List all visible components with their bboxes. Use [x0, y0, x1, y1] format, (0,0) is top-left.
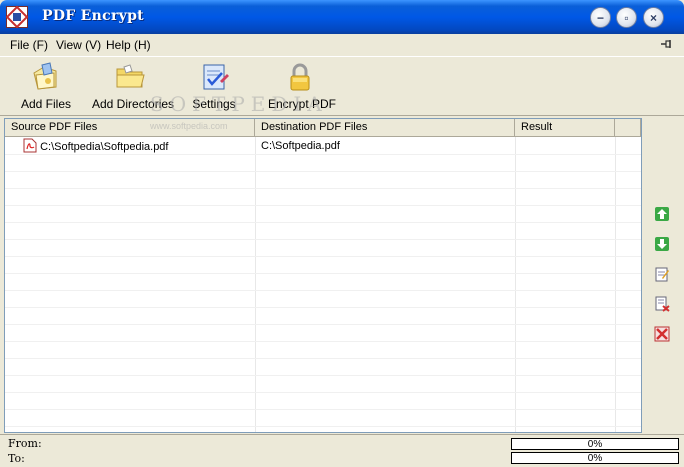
file-list[interactable]: Source PDF Files Destination PDF Files R… — [4, 118, 642, 433]
pin-icon[interactable] — [660, 38, 672, 50]
column-header-source[interactable]: Source PDF Files — [5, 119, 255, 137]
toolbar: Add Files Add Directories Settings Encry… — [0, 56, 684, 116]
menu-bar: File (F) View (V) Help (H) — [0, 34, 684, 56]
from-progress-text: 0% — [587, 439, 603, 450]
menu-view[interactable]: View (V) — [56, 38, 101, 52]
to-progress-text: 0% — [587, 453, 603, 464]
clear-all-button[interactable] — [645, 320, 678, 348]
window-title: PDF Encrypt — [42, 8, 144, 24]
column-header-destination[interactable]: Destination PDF Files — [255, 119, 515, 137]
remove-file-icon — [655, 296, 670, 312]
clear-all-icon — [654, 326, 669, 342]
restore-button[interactable]: ▫ — [616, 7, 637, 28]
move-down-icon — [654, 237, 669, 251]
add-files-label: Add Files — [20, 97, 72, 111]
edit-button[interactable] — [645, 260, 678, 288]
table-row[interactable]: C:\Softpedia\Softpedia.pdf — [23, 138, 169, 153]
remove-file-button[interactable] — [645, 290, 678, 318]
move-up-icon — [654, 207, 669, 221]
destination-file-path: C:\Softpedia.pdf — [261, 140, 340, 152]
add-directories-label: Add Directories — [92, 97, 175, 111]
settings-icon — [198, 61, 230, 93]
minimize-icon: − — [596, 10, 604, 25]
from-label: From: — [8, 437, 42, 450]
to-progress-bar: 0% — [511, 452, 679, 464]
column-header-filler — [615, 119, 641, 137]
status-area: From: To: 0% 0% — [0, 434, 684, 467]
from-progress-bar: 0% — [511, 438, 679, 450]
move-up-button[interactable] — [645, 200, 678, 228]
add-files-button[interactable]: Add Files — [20, 61, 72, 111]
minimize-button[interactable]: − — [590, 7, 611, 28]
folder-icon — [114, 61, 146, 93]
encrypt-pdf-button[interactable]: Encrypt PDF — [268, 61, 337, 111]
lock-icon — [284, 61, 316, 93]
column-header-result[interactable]: Result — [515, 119, 615, 137]
encrypt-pdf-label: Encrypt PDF — [268, 97, 337, 111]
side-toolbar — [645, 198, 678, 356]
app-icon[interactable] — [5, 5, 29, 29]
title-bar: PDF Encrypt − ▫ × — [0, 0, 684, 34]
menu-file[interactable]: File (F) — [10, 38, 48, 52]
source-file-path: C:\Softpedia\Softpedia.pdf — [40, 141, 169, 153]
close-button[interactable]: × — [643, 7, 664, 28]
settings-label: Settings — [192, 97, 236, 111]
restore-icon: ▫ — [624, 10, 629, 25]
menu-help[interactable]: Help (H) — [106, 38, 151, 52]
edit-icon — [655, 267, 669, 282]
to-label: To: — [8, 452, 25, 465]
move-down-button[interactable] — [645, 230, 678, 258]
add-directories-button[interactable]: Add Directories — [92, 61, 175, 111]
pdf-file-icon — [23, 138, 37, 153]
close-icon: × — [649, 10, 657, 25]
settings-button[interactable]: Settings — [192, 61, 236, 111]
add-files-icon — [30, 61, 62, 93]
